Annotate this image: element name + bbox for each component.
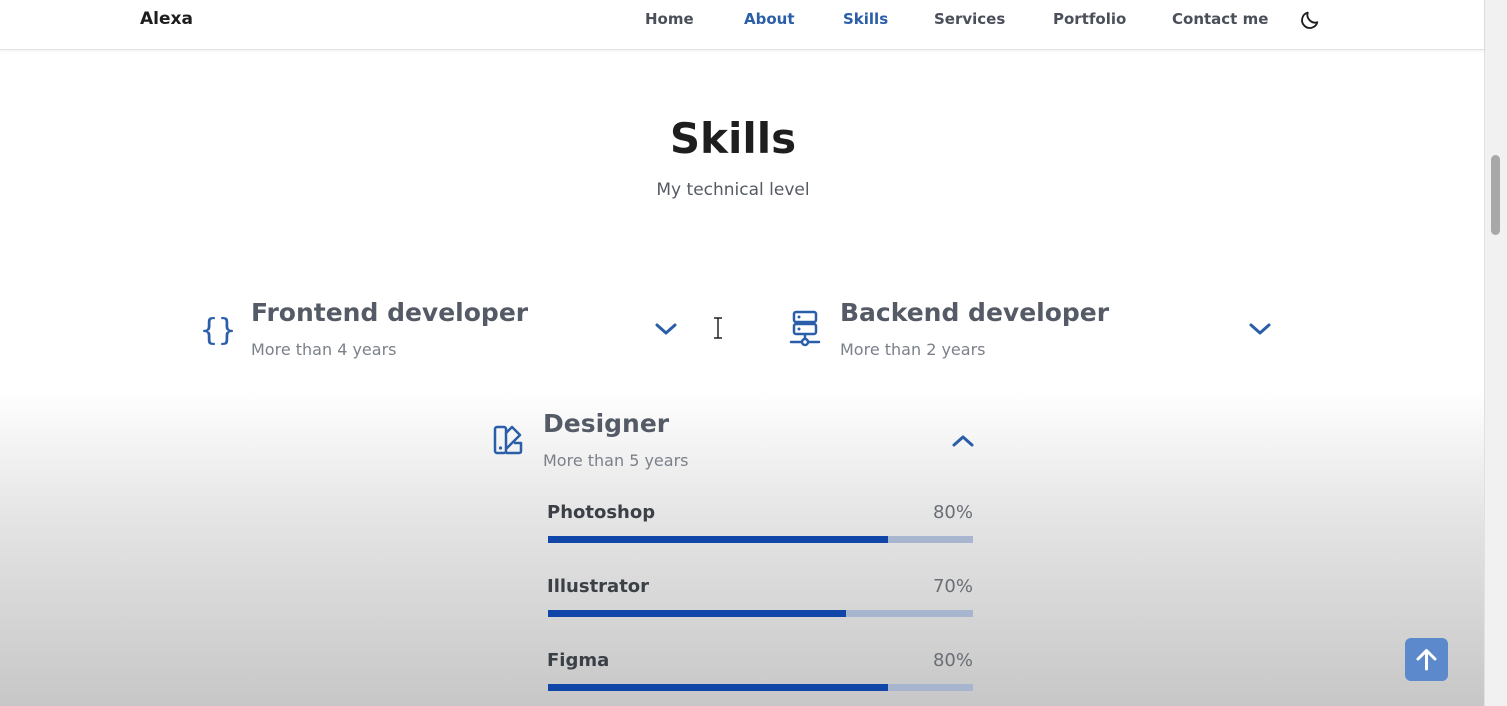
arrow-up-icon: [1416, 649, 1437, 671]
skill-bar-percent: 80%: [932, 502, 973, 523]
progress-fill: [548, 536, 888, 543]
moon-icon[interactable]: [1299, 9, 1321, 31]
chevron-up-icon[interactable]: [951, 433, 975, 449]
skill-bar-percent: 80%: [932, 650, 973, 671]
scrollbar-thumb[interactable]: [1491, 155, 1500, 235]
progress-track: [548, 684, 973, 691]
skill-title: Frontend developer: [251, 298, 529, 327]
skill-title: Designer: [543, 409, 670, 438]
nav-link-skills[interactable]: Skills: [843, 10, 888, 28]
scroll-top-button[interactable]: [1405, 638, 1448, 681]
progress-fill: [548, 610, 846, 617]
vertical-scrollbar[interactable]: [1484, 0, 1507, 706]
progress-track: [548, 536, 973, 543]
svg-text:{: {: [200, 313, 218, 347]
nav-link-portfolio[interactable]: Portfolio: [1053, 10, 1126, 28]
skill-title: Backend developer: [840, 298, 1110, 327]
chevron-down-icon[interactable]: [654, 321, 678, 337]
section-title: Skills: [669, 114, 797, 163]
svg-text:}: }: [218, 313, 235, 347]
nav-link-contact[interactable]: Contact me: [1172, 10, 1268, 28]
skill-bar-percent: 70%: [932, 576, 973, 597]
top-navbar: Alexa Home About Skills Services Portfol…: [0, 0, 1484, 50]
skill-years: More than 4 years: [251, 340, 397, 359]
chevron-down-icon[interactable]: [1248, 321, 1272, 337]
section-subtitle: My technical level: [656, 180, 810, 200]
skill-bar-name: Figma: [547, 650, 610, 671]
page-background: [0, 0, 1484, 706]
palette-swatch-icon: [493, 425, 523, 455]
nav-link-home[interactable]: Home: [645, 10, 694, 28]
nav-link-about[interactable]: About: [744, 10, 795, 28]
progress-fill: [548, 684, 888, 691]
progress-track: [548, 610, 973, 617]
server-icon: [789, 310, 821, 347]
skill-bar-name: Illustrator: [547, 576, 650, 597]
skill-bar-name: Photoshop: [547, 502, 656, 523]
skill-years: More than 5 years: [543, 451, 689, 470]
skill-years: More than 2 years: [840, 340, 986, 359]
nav-link-services[interactable]: Services: [934, 10, 1005, 28]
text-cursor-icon: [714, 317, 722, 339]
site-logo[interactable]: Alexa: [140, 9, 193, 29]
braces-icon: { }: [200, 313, 235, 347]
